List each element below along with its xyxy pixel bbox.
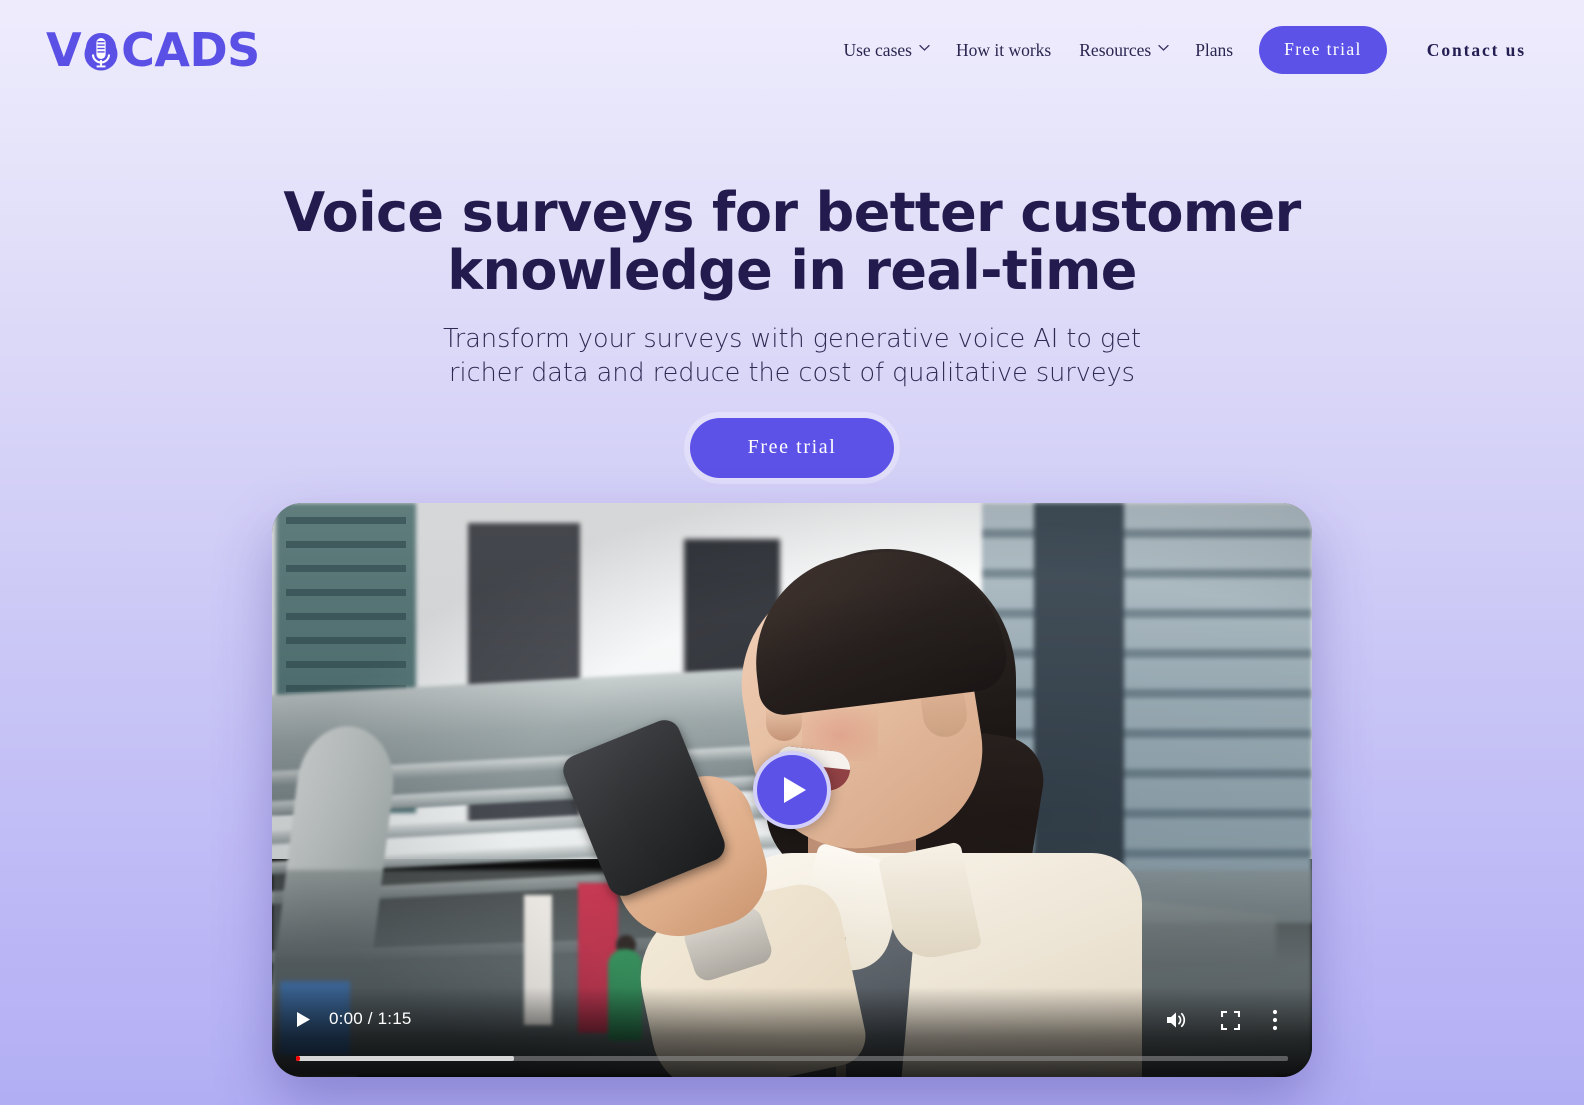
- woman-hair-front: [743, 538, 1011, 718]
- vertical-dots-icon: [1272, 1009, 1278, 1031]
- page-title-line-2: knowledge in real-time: [447, 239, 1137, 302]
- hero-subtitle: Transform your surveys with generative v…: [0, 322, 1584, 390]
- play-icon: [297, 1011, 310, 1027]
- volume-icon: [1167, 1012, 1186, 1028]
- video-controls-right: [1165, 1009, 1288, 1031]
- page-title-line-1: Voice surveys for better customer: [283, 181, 1301, 244]
- fullscreen-button[interactable]: [1221, 1010, 1240, 1030]
- page-title: Voice surveys for better customer knowle…: [0, 184, 1584, 300]
- volume-button[interactable]: [1165, 1010, 1189, 1030]
- video-progress-played: [296, 1056, 300, 1061]
- play-overlay-button[interactable]: [753, 751, 831, 829]
- video-time-display: 0:00 / 1:15: [329, 1009, 412, 1028]
- play-icon: [783, 777, 806, 803]
- video-progress-bar[interactable]: [296, 1056, 1288, 1061]
- hero-subtitle-line-2: richer data and reduce the cost of quali…: [449, 358, 1135, 388]
- video-progress-buffered: [296, 1056, 515, 1061]
- fullscreen-icon: [1221, 1010, 1240, 1030]
- hero-subtitle-line-1: Transform your surveys with generative v…: [442, 324, 1142, 354]
- play-button[interactable]: [296, 1011, 311, 1028]
- video-controls-bar: 0:00 / 1:15: [272, 987, 1312, 1077]
- more-options-button[interactable]: [1272, 1009, 1278, 1031]
- video-player[interactable]: 0:00 / 1:15: [272, 503, 1312, 1077]
- hero-free-trial-button[interactable]: Free trial: [689, 418, 895, 478]
- video-controls-left: 0:00 / 1:15: [296, 1009, 412, 1029]
- hero-section: Voice surveys for better customer knowle…: [0, 0, 1584, 478]
